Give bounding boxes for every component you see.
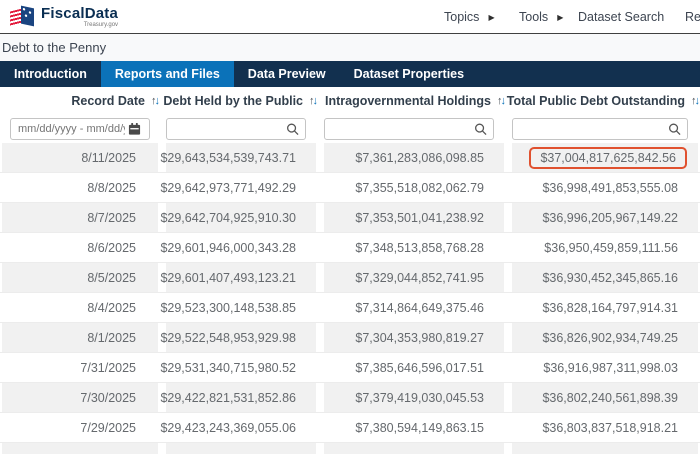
record-date-filter-input[interactable]: [10, 118, 150, 140]
value-cell: [2, 443, 158, 454]
tab-reports-and-files[interactable]: Reports and Files: [101, 61, 234, 87]
table-row: 8/1/2025 $29,522,548,953,929.98 $7,304,353…: [0, 323, 700, 353]
table-body: 8/11/2025 $29,643,534,539,743.71 $7,361,28…: [0, 143, 700, 454]
column-search-input-total-debt[interactable]: [512, 118, 688, 140]
value-cell: $29,523,300,148,538.85: [166, 293, 316, 322]
breadcrumb-bar: Debt to the Penny: [0, 34, 700, 61]
column-header-intragovernmental-holdings: Intragovernmental Holdings ↑↓: [324, 94, 504, 108]
column-header-record-date: Record Date ↑↓: [2, 94, 158, 108]
nav-item-resources[interactable]: Resources: [685, 0, 700, 34]
table-row: 8/5/2025 $29,601,407,493,123.21 $7,329,044…: [0, 263, 700, 293]
column-header-label: Record Date: [71, 94, 145, 108]
value-cell: $36,916,987,311,998.03: [512, 353, 698, 382]
column-search-input-debt-held[interactable]: [166, 118, 306, 140]
value-cell: $7,304,353,980,819.27: [324, 323, 504, 352]
table-row: 8/6/2025 $29,601,946,000,343.28 $7,348,513…: [0, 233, 700, 263]
record-date-cell: 7/29/2025: [2, 413, 158, 442]
record-date-cell: 7/30/2025: [2, 383, 158, 412]
value-cell: $29,423,243,369,055.06: [166, 413, 316, 442]
value-cell: [166, 443, 316, 454]
value-cell: [324, 443, 504, 454]
table-row: 7/30/2025 $29,422,821,531,852.86 $7,379,41…: [0, 383, 700, 413]
record-date-cell: 8/8/2025: [2, 173, 158, 202]
sort-icon[interactable]: ↑↓: [497, 95, 504, 107]
value-cell: $7,385,646,596,017.51: [324, 353, 504, 382]
value-cell: $29,601,946,000,343.28: [166, 233, 316, 262]
value-cell: $29,422,821,531,852.86: [166, 383, 316, 412]
caret-right-icon: ▶: [488, 13, 494, 22]
value-cell: $29,642,973,771,492.29: [166, 173, 316, 202]
value-cell: $36,826,902,934,749.25: [512, 323, 698, 352]
record-date-cell: 8/5/2025: [2, 263, 158, 292]
table-row: 7/31/2025 $29,531,340,715,980.52 $7,385,64…: [0, 353, 700, 383]
sort-icon[interactable]: ↑↓: [691, 95, 698, 107]
table-row: 7/29/2025 $29,423,243,369,055.06 $7,380,59…: [0, 413, 700, 443]
column-header-total-public-debt-outstanding: Total Public Debt Outstanding↑↓: [512, 94, 698, 108]
value-cell: $29,522,548,953,929.98: [166, 323, 316, 352]
value-cell: $36,930,452,345,865.16: [512, 263, 698, 292]
top-nav: Topics▶ Tools▶ Dataset Search Resources: [0, 0, 700, 34]
table-row-partial: [0, 443, 700, 454]
highlighted-value: $37,004,817,625,842.56: [529, 147, 687, 169]
value-cell: $7,353,501,041,238.92: [324, 203, 504, 232]
record-date-cell: 8/1/2025: [2, 323, 158, 352]
record-date-cell: 8/6/2025: [2, 233, 158, 262]
tab-data-preview[interactable]: Data Preview: [234, 61, 340, 87]
column-search-input-intragov[interactable]: [324, 118, 494, 140]
table-filter-row: [0, 114, 700, 143]
nav-item-tools[interactable]: Tools▶: [519, 0, 563, 34]
table-row: 8/11/2025 $29,643,534,539,743.71 $7,361,28…: [0, 143, 700, 173]
table-row: 8/7/2025 $29,642,704,925,910.30 $7,353,501…: [0, 203, 700, 233]
value-cell: $7,329,044,852,741.95: [324, 263, 504, 292]
value-cell: $7,380,594,149,863.15: [324, 413, 504, 442]
record-date-cell: 8/11/2025: [2, 143, 158, 172]
column-header-label: Intragovernmental Holdings: [325, 94, 491, 108]
column-header-label: Debt Held by the Public: [163, 94, 303, 108]
value-cell: $7,361,283,086,098.85: [324, 143, 504, 172]
value-cell: $7,355,518,082,062.79: [324, 173, 504, 202]
table-header-row: Record Date↑↓Debt Held by the Public↑↓In…: [0, 87, 700, 114]
value-cell: $36,998,491,853,555.08: [512, 173, 698, 202]
sort-icon[interactable]: ↑↓: [309, 95, 316, 107]
tab-introduction[interactable]: Introduction: [0, 61, 101, 87]
value-cell: $7,348,513,858,768.28: [324, 233, 504, 262]
record-date-cell: 8/4/2025: [2, 293, 158, 322]
caret-right-icon: ▶: [557, 13, 563, 22]
tab-dataset-properties[interactable]: Dataset Properties: [340, 61, 478, 87]
value-cell: $7,379,419,030,045.53: [324, 383, 504, 412]
value-cell: $37,004,817,625,842.56: [512, 143, 698, 172]
record-date-cell: 8/7/2025: [2, 203, 158, 232]
record-date-cell: 7/31/2025: [2, 353, 158, 382]
sort-icon[interactable]: ↑↓: [151, 95, 158, 107]
table-row: 8/8/2025 $29,642,973,771,492.29 $7,355,518…: [0, 173, 700, 203]
value-cell: [512, 443, 698, 454]
value-cell: $29,642,704,925,910.30: [166, 203, 316, 232]
value-cell: $36,828,164,797,914.31: [512, 293, 698, 322]
nav-item-topics[interactable]: Topics▶: [444, 0, 495, 34]
top-header: FiscalData Treasury.gov Topics▶Tools▶Dat…: [0, 0, 700, 34]
value-cell: $36,996,205,967,149.22: [512, 203, 698, 232]
value-cell: $29,531,340,715,980.52: [166, 353, 316, 382]
value-cell: $36,950,459,859,111.56: [512, 233, 698, 262]
value-cell: $36,802,240,561,898.39: [512, 383, 698, 412]
value-cell: $7,314,864,649,375.46: [324, 293, 504, 322]
value-cell: $29,601,407,493,123.21: [166, 263, 316, 292]
page-title: Debt to the Penny: [2, 40, 106, 55]
value-cell: $29,643,534,539,743.71: [166, 143, 316, 172]
column-header-debt-held-by-the-public: Debt Held by the Public ↑↓: [166, 94, 316, 108]
tab-bar: IntroductionReports and FilesData Previe…: [0, 61, 700, 87]
value-cell: $36,803,837,518,918.21: [512, 413, 698, 442]
table-row: 8/4/2025 $29,523,300,148,538.85 $7,314,864…: [0, 293, 700, 323]
nav-item-dataset-search[interactable]: Dataset Search: [578, 0, 664, 34]
column-header-label: Total Public Debt Outstanding: [507, 94, 685, 108]
